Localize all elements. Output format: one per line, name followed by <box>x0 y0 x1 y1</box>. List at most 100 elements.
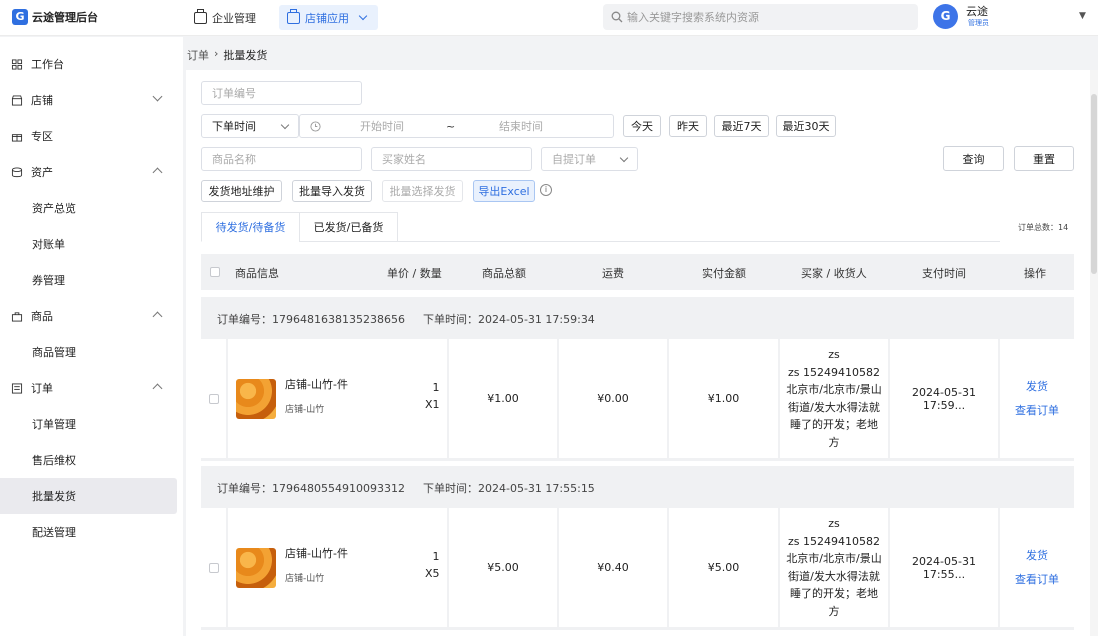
coins-icon <box>11 166 23 177</box>
time-type-select[interactable]: 下单时间 <box>201 114 299 138</box>
reset-button[interactable]: 重置 <box>1014 146 1074 171</box>
sidebar-item-goods-manage[interactable]: 商品管理 <box>0 334 177 370</box>
sidebar-item-assets-overview[interactable]: 资产总览 <box>0 190 177 226</box>
batch-import-button[interactable]: 批量导入发货 <box>292 180 372 202</box>
order-header: 订单编号：1796481638135238656 下单时间：2024-05-31… <box>217 311 595 327</box>
last-30-days-button[interactable]: 最近30天 <box>776 115 836 137</box>
sidebar-item-label: 订单管理 <box>32 418 76 431</box>
tab-divider <box>397 241 1000 242</box>
list-icon <box>11 382 23 394</box>
view-order-link[interactable]: 查看订单 <box>1015 399 1059 423</box>
sidebar-item-delivery[interactable]: 配送管理 <box>0 514 177 550</box>
global-search[interactable]: 输入关键字搜索系统内资源 <box>603 4 918 30</box>
pickup-type-select[interactable]: 自提订单 <box>541 147 638 171</box>
last-7-days-button[interactable]: 最近7天 <box>714 115 769 137</box>
ship-link[interactable]: 发货 <box>1026 544 1048 568</box>
paid-cell: ¥1.00 <box>669 339 778 458</box>
chevron-up-icon <box>152 167 163 178</box>
sidebar-item-label: 券管理 <box>32 274 65 287</box>
range-separator: ~ <box>446 119 456 133</box>
nav-enterprise[interactable]: 企业管理 <box>186 5 264 30</box>
buyer-name-placeholder: 买家姓名 <box>382 153 426 166</box>
avatar[interactable]: G <box>933 4 958 29</box>
time-type-value: 下单时间 <box>212 120 256 133</box>
sidebar-item-order-manage[interactable]: 订单管理 <box>0 406 177 442</box>
search-icon <box>611 11 623 23</box>
user-menu-caret-icon[interactable]: ▼ <box>1079 11 1086 21</box>
sidebar-item-assets[interactable]: 资产 <box>0 154 177 190</box>
product-cell: 店铺-山竹-件 店铺-山竹 1 X5 <box>228 508 447 627</box>
scrollbar-thumb[interactable] <box>1091 94 1097 274</box>
receiver-phone: zs 15249410582 <box>788 365 880 379</box>
header-buyer: 买家 / 收货人 <box>801 267 867 280</box>
chevron-down-icon <box>152 91 163 102</box>
query-button[interactable]: 查询 <box>943 146 1004 171</box>
receiver-address: 街道/发大水得法就 <box>788 569 880 583</box>
freight-cell: ¥0.00 <box>559 339 667 458</box>
sidebar-item-goods[interactable]: 商品 <box>0 298 177 334</box>
pickup-type-value: 自提订单 <box>552 153 596 166</box>
sidebar-item-zone[interactable]: 专区 <box>0 118 177 154</box>
goods-total-cell: ¥5.00 <box>449 508 557 627</box>
goods-name-input[interactable]: 商品名称 <box>201 147 362 171</box>
app-title: 云途管理后台 <box>32 11 98 24</box>
buyer-name-input[interactable]: 买家姓名 <box>371 147 532 171</box>
sidebar-item-after-sales[interactable]: 售后维权 <box>0 442 177 478</box>
sidebar-item-batch-ship[interactable]: 批量发货 <box>0 478 177 514</box>
buyer-name: zs <box>828 517 840 530</box>
ship-address-button[interactable]: 发货地址维护 <box>201 180 282 202</box>
export-excel-button[interactable]: 导出Excel <box>473 180 535 202</box>
today-button[interactable]: 今天 <box>623 115 661 137</box>
header-freight: 运费 <box>602 267 624 280</box>
sidebar-item-label: 资产总览 <box>32 202 76 215</box>
sidebar-item-label: 专区 <box>31 130 53 143</box>
date-range-picker[interactable]: 开始时间 ~ 结束时间 <box>299 114 614 138</box>
nav-shop-apps[interactable]: 店铺应用 <box>279 5 378 30</box>
header-price-qty: 单价 / 数量 <box>387 267 442 280</box>
row-checkbox-cell <box>201 339 226 458</box>
order-time: 下单时间：2024-05-31 17:59:34 <box>422 313 595 326</box>
gift-icon <box>11 133 23 142</box>
tab-pending[interactable]: 待发货/待备货 <box>201 212 300 242</box>
yesterday-button[interactable]: 昨天 <box>669 115 707 137</box>
select-all-checkbox[interactable] <box>210 267 220 277</box>
sidebar-item-coupons[interactable]: 券管理 <box>0 262 177 298</box>
sidebar-item-label: 工作台 <box>31 58 64 71</box>
receiver-address: 睡了的开发；老地 <box>790 587 878 600</box>
row-checkbox[interactable] <box>208 393 219 404</box>
sidebar-item-label: 店铺 <box>31 94 53 107</box>
start-time-input[interactable]: 开始时间 <box>360 118 404 134</box>
sidebar-item-shop[interactable]: 店铺 <box>0 82 177 118</box>
row-checkbox[interactable] <box>208 562 219 573</box>
app-logo[interactable]: G 云途管理后台 <box>12 9 98 25</box>
end-time-input[interactable]: 结束时间 <box>499 118 543 134</box>
sidebar-item-label: 商品管理 <box>32 346 76 359</box>
tab-shipped[interactable]: 已发货/已备货 <box>299 212 398 242</box>
sidebar: 工作台 店铺 专区 资产 资产总览 对账单 券管理 商品 商品管理 订单 订单管… <box>0 37 183 636</box>
product-shop: 店铺-山竹 <box>285 574 325 584</box>
breadcrumb-parent[interactable]: 订单 <box>187 47 209 63</box>
briefcase-icon <box>194 8 207 24</box>
quantity: X1 <box>425 398 440 411</box>
product-cell: 店铺-山竹-件 店铺-山竹 1 X1 <box>228 339 447 458</box>
info-icon[interactable]: i <box>540 184 552 196</box>
breadcrumb: 订单 › 批量发货 <box>187 47 267 63</box>
table-header: 商品信息 单价 / 数量 商品总额 运费 实付金额 买家 / 收货人 支付时间 … <box>201 254 1074 290</box>
product-shop: 店铺-山竹 <box>285 405 325 415</box>
order-no-input[interactable]: 订单编号 <box>201 81 362 105</box>
pay-time-cell: 2024-05-31 17:59... <box>890 339 998 458</box>
order-time: 下单时间：2024-05-31 17:55:15 <box>422 482 595 495</box>
user-role: 管理员 <box>968 19 989 27</box>
sidebar-item-workbench[interactable]: 工作台 <box>0 46 177 82</box>
ship-link[interactable]: 发货 <box>1026 375 1048 399</box>
header-goods-info: 商品信息 <box>235 267 279 280</box>
store-icon <box>287 8 300 24</box>
search-input[interactable]: 输入关键字搜索系统内资源 <box>627 9 759 25</box>
view-order-link[interactable]: 查看订单 <box>1015 568 1059 592</box>
chevron-up-icon <box>152 383 163 394</box>
sidebar-item-reconciliation[interactable]: 对账单 <box>0 226 177 262</box>
sidebar-item-label: 批量发货 <box>32 490 76 503</box>
batch-select-button[interactable]: 批量选择发货 <box>382 180 463 202</box>
order-no-placeholder: 订单编号 <box>212 87 256 100</box>
sidebar-item-orders[interactable]: 订单 <box>0 370 177 406</box>
